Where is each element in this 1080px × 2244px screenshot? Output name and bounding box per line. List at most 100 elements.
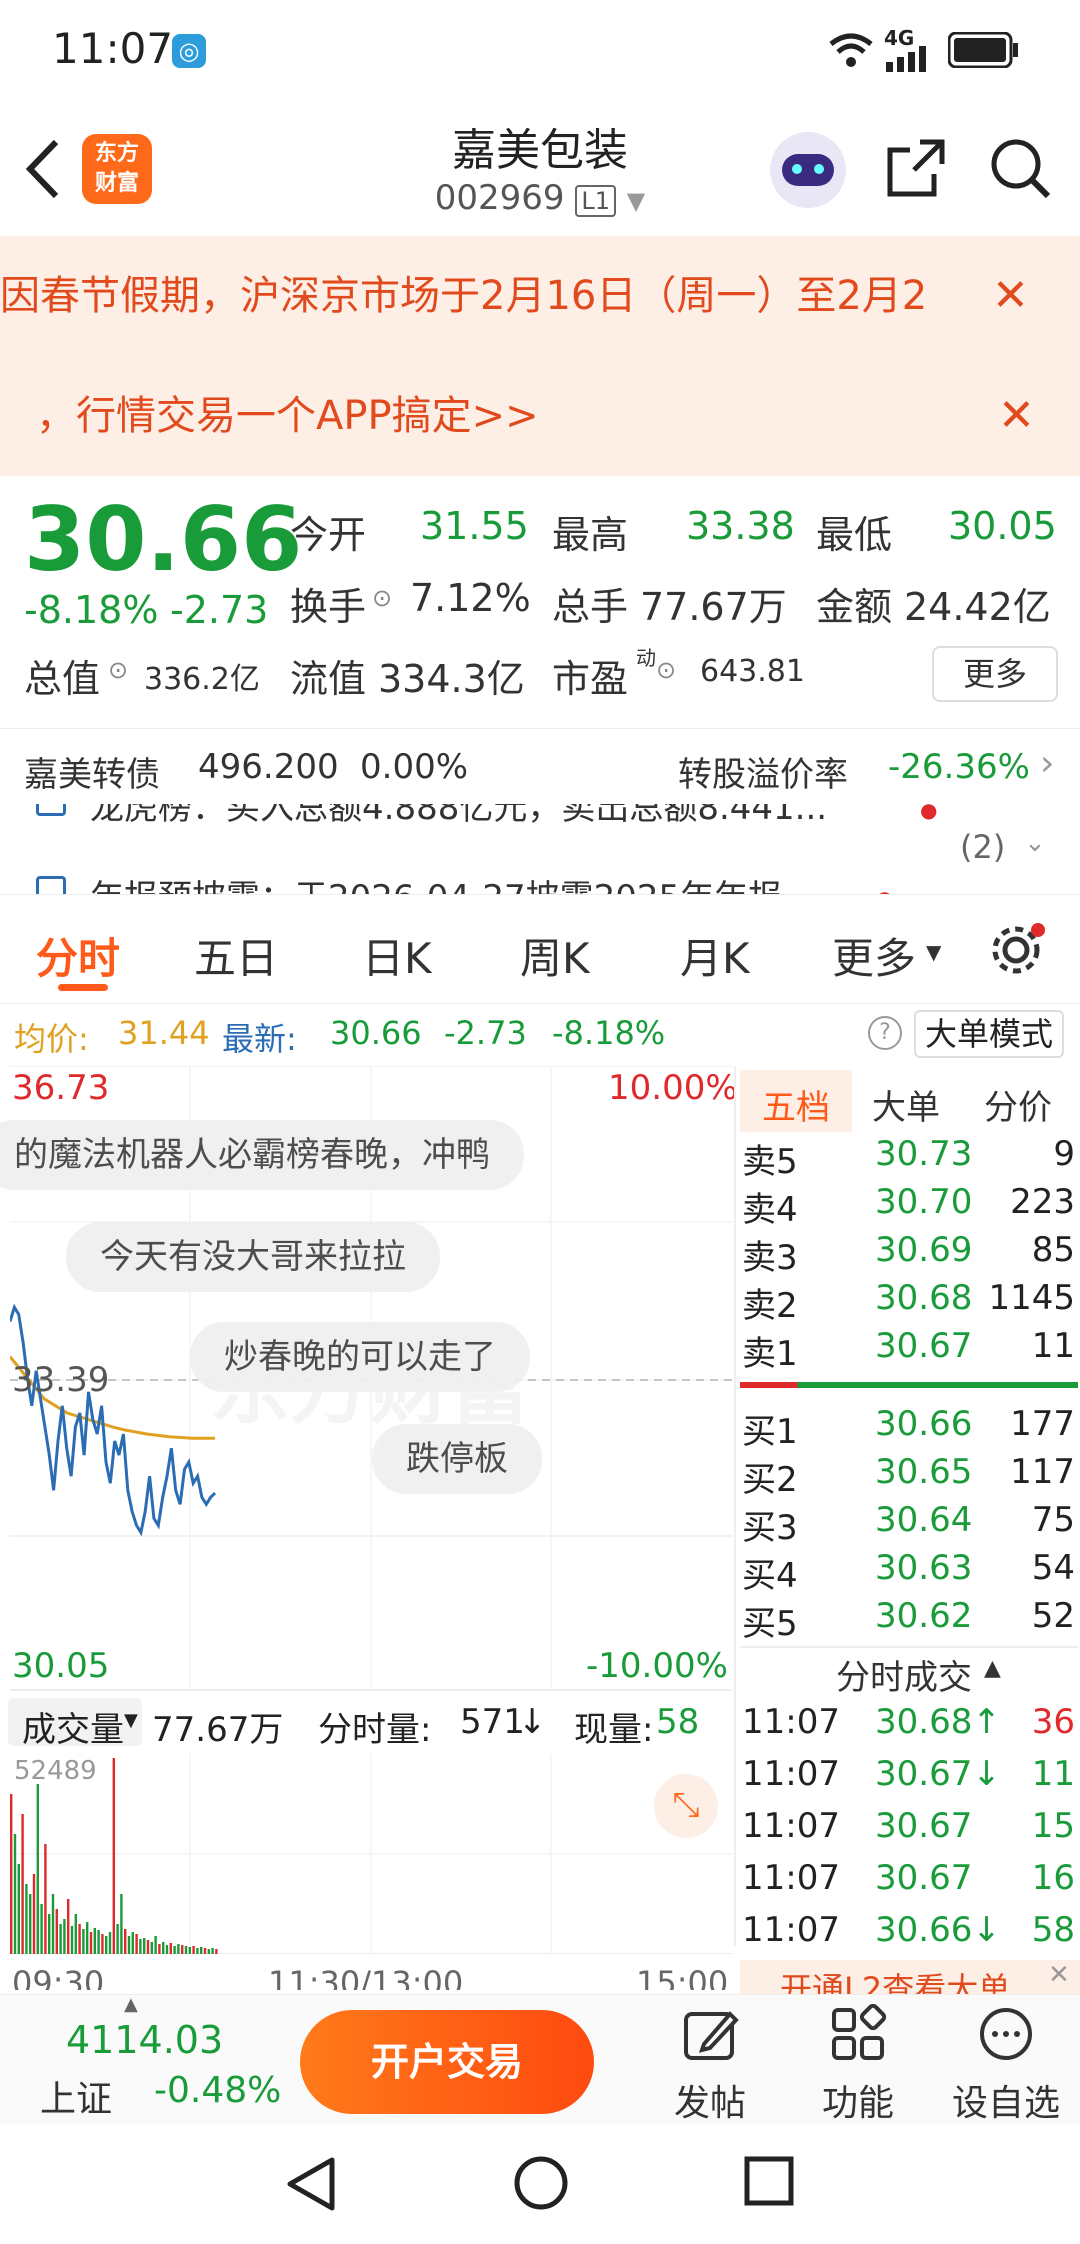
- ask-price: 30.69: [875, 1230, 973, 1270]
- comment-bubble[interactable]: 炒春晚的可以走了: [190, 1322, 530, 1392]
- high-label: 最高: [552, 513, 629, 557]
- l2-promo[interactable]: 开通L2查看大单 ✕: [740, 1960, 1080, 1994]
- volume-bar: [40, 1904, 43, 1954]
- tab-weekly-k[interactable]: 周K: [520, 925, 590, 986]
- watchlist-label[interactable]: 设自选: [952, 2074, 1060, 2126]
- volume-label: 成交量: [22, 1710, 124, 1750]
- volume-bar: [93, 1928, 96, 1954]
- volume-bar: [127, 1936, 131, 1954]
- news-count: (2): [960, 828, 1006, 866]
- trade-price: 30.67↓: [875, 1754, 1001, 1794]
- ask-row: 卖4 30.70 223: [740, 1182, 1075, 1230]
- stock-code: 002969: [434, 178, 565, 218]
- news-ticker[interactable]: 龙虎榜：买入总额4.888亿元，卖出总额8.441... ● (2) ⌄ 年报预…: [0, 804, 1080, 894]
- help-icon[interactable]: ?: [868, 1016, 902, 1050]
- axis-mid-price: 33.39: [12, 1360, 110, 1400]
- comment-bubble[interactable]: 跌停板: [372, 1424, 542, 1494]
- mktcap-label: 总值: [24, 657, 101, 701]
- functions-label[interactable]: 功能: [822, 2074, 894, 2126]
- holiday-notice-banner[interactable]: 因春节假期，沪深京市场于2月16日（周一）至2月2 ✕: [0, 236, 1080, 356]
- open-account-trade-button[interactable]: 开户交易: [300, 2010, 594, 2114]
- ask-label: 卖4: [742, 1190, 798, 1230]
- stock-code-row[interactable]: 002969 L1 ▼: [340, 178, 740, 218]
- trade-row: 11:07 30.68↑ 36: [740, 1702, 1075, 1752]
- news-icon: [36, 876, 66, 894]
- tab-big-orders[interactable]: 大单: [872, 1080, 940, 1129]
- nav-home-icon[interactable]: [512, 2154, 570, 2212]
- more-button[interactable]: 更多: [932, 646, 1058, 702]
- volume-label: 总手: [552, 585, 629, 629]
- nav-recents-icon[interactable]: [742, 2154, 798, 2210]
- trade-volume: 15: [1031, 1806, 1075, 1846]
- post-label[interactable]: 发帖: [674, 2074, 746, 2126]
- status-bar: 11:07 ◎ 4G: [0, 0, 1080, 100]
- ask-label: 卖3: [742, 1238, 798, 1278]
- caret-up-icon: ▲: [124, 1994, 138, 2015]
- bid-label: 买4: [742, 1556, 798, 1596]
- search-icon[interactable]: [988, 136, 1052, 200]
- tab-more[interactable]: 更多: [832, 925, 916, 986]
- volume-canvas: [10, 1754, 732, 1954]
- bid-row: 买2 30.65 117: [740, 1452, 1075, 1500]
- watchlist-icon[interactable]: [976, 2004, 1036, 2064]
- tab-intraday[interactable]: 分时: [36, 925, 120, 986]
- back-icon[interactable]: [22, 138, 62, 200]
- tab-monthly-k[interactable]: 月K: [680, 925, 750, 986]
- volume-bar: [70, 1926, 74, 1954]
- volume-bar: [89, 1932, 93, 1954]
- bid-volume: 52: [1031, 1596, 1075, 1636]
- avg-value: 31.44: [118, 1014, 210, 1052]
- volume-bar: [17, 1864, 20, 1954]
- robot-assistant-icon[interactable]: [770, 132, 846, 208]
- system-nav-bar: [0, 2124, 1080, 2244]
- convertible-bond-row[interactable]: 嘉美转债 496.200 0.00% 转股溢价率 -26.36% ›: [0, 728, 1080, 804]
- info-icon[interactable]: ⊙: [108, 656, 128, 684]
- volume-bar: [116, 1924, 119, 1954]
- settings-gear-icon[interactable]: [990, 922, 1046, 978]
- volume-bar: [13, 1834, 17, 1954]
- expand-icon[interactable]: ⤡: [654, 1774, 718, 1838]
- trades-title[interactable]: 分时成交: [836, 1650, 972, 1699]
- volume-bar: [162, 1942, 165, 1954]
- tab-price-distribution[interactable]: 分价: [984, 1080, 1052, 1129]
- index-value[interactable]: 4114.03: [66, 2018, 223, 2062]
- ask-label: 卖2: [742, 1286, 798, 1326]
- tab-five-level[interactable]: 五档: [762, 1080, 830, 1129]
- index-name: 上证: [40, 2079, 113, 2120]
- minute-volume-value: 571: [460, 1702, 525, 1742]
- volume-value: 77.67万: [640, 585, 787, 629]
- big-order-mode-button[interactable]: 大单模式: [914, 1010, 1064, 1058]
- info-icon[interactable]: ⊙: [372, 584, 392, 612]
- volume-bar: [150, 1942, 153, 1954]
- volume-bar: [188, 1947, 191, 1954]
- bid-price: 30.62: [875, 1596, 973, 1636]
- low-value: 30.05: [948, 504, 1057, 548]
- index-pct: -0.48%: [154, 2070, 282, 2111]
- close-icon[interactable]: ✕: [1048, 1960, 1070, 1990]
- comment-bubble[interactable]: 今天有没大哥来拉拉: [66, 1222, 440, 1292]
- volume-bar: [82, 1929, 85, 1954]
- close-icon[interactable]: ✕: [992, 236, 1029, 356]
- close-icon[interactable]: ✕: [998, 356, 1035, 476]
- app-promo-banner[interactable]: ，行情交易一个APP搞定>> ✕: [0, 356, 1080, 476]
- avg-label: 均价:: [14, 1020, 89, 1058]
- tab-daily-k[interactable]: 日K: [362, 925, 432, 986]
- nav-back-icon[interactable]: [284, 2154, 338, 2214]
- quote-panel: 30.66 -8.18% -2.73 今开 31.55 最高 33.38 最低 …: [0, 476, 1080, 726]
- comment-bubble[interactable]: 的魔法机器人必霸榜春晚，冲鸭: [0, 1120, 524, 1190]
- volume-bar: [48, 1914, 51, 1954]
- volume-header: 成交量 ▼ 77.67万 分时量: 571 ↓ 现量: 58: [0, 1694, 730, 1754]
- functions-grid-icon[interactable]: [828, 2004, 888, 2064]
- mktcap-value: 336.2亿: [144, 662, 260, 697]
- tab-five-day[interactable]: 五日: [194, 925, 278, 986]
- share-icon[interactable]: [884, 136, 948, 200]
- bid-row: 买1 30.66 177: [740, 1404, 1075, 1452]
- news-icon: [36, 804, 66, 816]
- volume-chart[interactable]: 52489 ⤡: [10, 1754, 732, 1954]
- post-edit-icon[interactable]: [680, 2004, 740, 2064]
- trade-price: 30.67: [875, 1858, 973, 1898]
- low-label: 最低: [816, 513, 893, 557]
- eastmoney-logo[interactable]: 东方 财富: [82, 134, 152, 204]
- last-price: 30.66: [24, 488, 303, 591]
- info-icon[interactable]: ⊙: [656, 656, 676, 684]
